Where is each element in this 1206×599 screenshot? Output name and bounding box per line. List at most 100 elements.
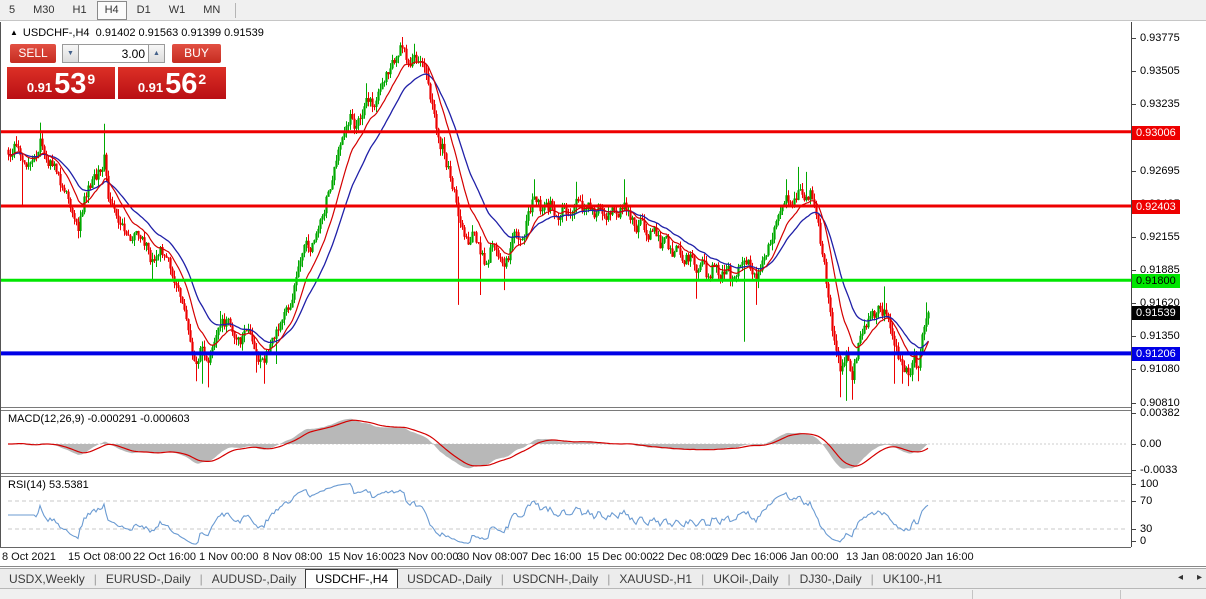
timeframe-button-m30[interactable]: M30 (25, 1, 62, 20)
chart-window: 0.937750.935050.932350.929650.926950.924… (0, 21, 1206, 568)
axis-tick-label: 0.91080 (1140, 363, 1180, 376)
time-axis-label: 8 Nov 08:00 (263, 551, 323, 563)
chart-symbol-label: USDCHF-,H4 (22, 27, 90, 39)
axis-tick-label: 0.92695 (1140, 164, 1180, 177)
axis-tick-mark (1132, 528, 1136, 530)
rsi-indicator-chart[interactable] (0, 477, 1131, 548)
chart-title: ▲ USDCHF-,H4 0.91402 0.91563 0.91399 0.91… (10, 27, 264, 39)
buy-price-tile[interactable]: 0.91 56 2 (118, 67, 226, 99)
chart-tab-usdcad-daily[interactable]: USDCAD-,Daily (398, 570, 501, 588)
axis-tick-mark (1132, 37, 1136, 39)
chart-tab-eurusd-daily[interactable]: EURUSD-,Daily (97, 570, 200, 588)
axis-tick-label: 0.93235 (1140, 98, 1180, 110)
volume-increase-button[interactable]: ▲ (148, 44, 165, 63)
time-axis-label: 6 Jan 00:00 (781, 551, 839, 563)
chart-tab-audusd-daily[interactable]: AUDUSD-,Daily (203, 570, 306, 588)
one-click-trade-panel: SELL ▼ ▲ BUY 0.91539 0.91562 (7, 44, 226, 99)
axis-tick-mark (1132, 500, 1136, 502)
mt4-terminal: 5 M30 H1 H4 D1 W1 MN 0.93775 0.93505 0.93235 0.92… (0, 0, 1206, 599)
time-axis-label: 29 Dec 16:00 (716, 551, 782, 563)
chart-tab-dj30-daily[interactable]: DJ30-,Daily (791, 570, 871, 588)
price-level-tag: 0.93006 (1132, 125, 1180, 140)
axis-tick-mark (1132, 540, 1136, 542)
tab-scroll-arrows: ◂ ▸ (1164, 572, 1202, 583)
chart-tab-usdx-weekly[interactable]: USDX,Weekly (0, 570, 94, 588)
buy-price-pipette: 2 (198, 71, 207, 87)
axis-tick-label: 0.00382 (1140, 407, 1180, 420)
triangle-down-icon: ▼ (67, 50, 74, 57)
statusbar-divider (1120, 590, 1121, 599)
collapse-panel-icon[interactable]: ▲ (10, 28, 18, 37)
status-bar (0, 588, 1206, 599)
statusbar-divider (972, 590, 973, 599)
time-axis-label: 13 Jan 08:00 (846, 551, 910, 563)
time-axis-label: 8 Oct 2021 (2, 551, 56, 563)
axis-tick-label: 0.00 (1140, 437, 1162, 450)
axis-tick-label: 70 (1140, 494, 1153, 507)
time-axis-label: 7 Dec 16:00 (522, 551, 582, 563)
axis-tick-mark (1132, 402, 1136, 404)
axis-tick-label: 100 (1140, 477, 1159, 490)
chart-tab-uk100-h1[interactable]: UK100-,H1 (874, 570, 951, 588)
time-axis[interactable]: 8 Oct 2021 15 Oct 08:00 22 Oct 16:00 1 Nov … (0, 549, 1206, 566)
axis-tick-label: 0 (1140, 534, 1147, 547)
chart-tab-xauusd-h1[interactable]: XAUUSD-,H1 (610, 570, 701, 588)
axis-tick-mark (1132, 443, 1136, 445)
time-axis-label: 15 Oct 08:00 (68, 551, 131, 563)
axis-tick-mark (1132, 170, 1136, 172)
axis-tick-mark (1132, 302, 1136, 304)
sell-price-tile[interactable]: 0.91 53 9 (7, 67, 115, 99)
timeframe-toolbar: 5 M30 H1 H4 D1 W1 MN (0, 0, 1206, 21)
timeframe-button-mn[interactable]: MN (195, 1, 228, 20)
chart-tab-usdcnh-daily[interactable]: USDCNH-,Daily (504, 570, 607, 588)
time-axis-label: 20 Jan 16:00 (910, 551, 974, 563)
chart-ohlc-values: 0.91402 0.91563 0.91399 0.91539 (95, 27, 264, 39)
triangle-up-icon: ▲ (153, 50, 160, 57)
buy-button[interactable]: BUY (172, 44, 221, 63)
price-axis[interactable]: 0.937750.935050.932350.929650.926950.924… (1131, 22, 1206, 547)
time-axis-label: 22 Oct 16:00 (133, 551, 196, 563)
rsi-label: RSI(14) 53.5381 (8, 479, 89, 491)
axis-tick-mark (1132, 270, 1136, 272)
sell-price-prefix: 0.91 (26, 80, 53, 95)
time-axis-label: 30 Nov 08:00 (457, 551, 523, 563)
timeframe-button-d1[interactable]: D1 (129, 1, 159, 20)
tab-scroll-left-icon[interactable]: ◂ (1178, 572, 1183, 583)
macd-label: MACD(12,26,9) -0.000291 -0.000603 (8, 413, 190, 425)
volume-input[interactable] (78, 44, 150, 63)
sell-price-big: 53 (54, 68, 87, 100)
axis-tick-mark (1132, 369, 1136, 371)
axis-tick-mark (1132, 413, 1136, 415)
axis-tick-mark (1132, 70, 1136, 72)
chart-bottom-border (0, 566, 1206, 567)
chart-left-border (0, 22, 1, 547)
time-axis-label: 22 Dec 08:00 (652, 551, 718, 563)
timeframe-button-w1[interactable]: W1 (161, 1, 194, 20)
chart-tab-ukoil-daily[interactable]: UKOil-,Daily (704, 570, 787, 588)
time-axis-label: 23 Nov 00:00 (393, 551, 459, 563)
axis-tick-label: -0.0033 (1140, 463, 1178, 476)
current-price-tag: 0.91539 (1132, 306, 1180, 321)
timeframe-button-h4[interactable]: H4 (96, 0, 127, 20)
time-axis-label: 15 Nov 16:00 (328, 551, 394, 563)
toolbar-separator (235, 2, 237, 18)
axis-tick-mark (1132, 483, 1136, 485)
timeframe-button-h1[interactable]: H1 (65, 1, 95, 20)
tab-scroll-right-icon[interactable]: ▸ (1197, 572, 1202, 583)
axis-tick-label: 0.93505 (1140, 64, 1180, 77)
axis-tick-mark (1132, 237, 1136, 238)
symbol-tab-bar: USDX,Weekly | EURUSD-,Daily | AUDUSD-,Daily U… (0, 568, 1206, 589)
sell-button[interactable]: SELL (10, 44, 56, 63)
axis-tick-label: 0.92155 (1140, 231, 1180, 243)
price-level-tag: 0.91206 (1132, 347, 1180, 362)
time-axis-label: 15 Dec 00:00 (587, 551, 653, 563)
axis-tick-label: 0.93775 (1140, 31, 1180, 44)
axis-tick-mark (1132, 336, 1136, 338)
chart-tab-usdchf-h4[interactable]: USDCHF-,H4 (305, 569, 399, 589)
volume-decrease-button[interactable]: ▼ (62, 44, 79, 63)
time-axis-label: 1 Nov 00:00 (199, 551, 259, 563)
axis-tick-mark (1132, 469, 1136, 471)
timeframe-button-5[interactable]: 5 (1, 1, 23, 20)
sell-price-pipette: 9 (87, 71, 96, 87)
buy-price-prefix: 0.91 (137, 80, 164, 95)
